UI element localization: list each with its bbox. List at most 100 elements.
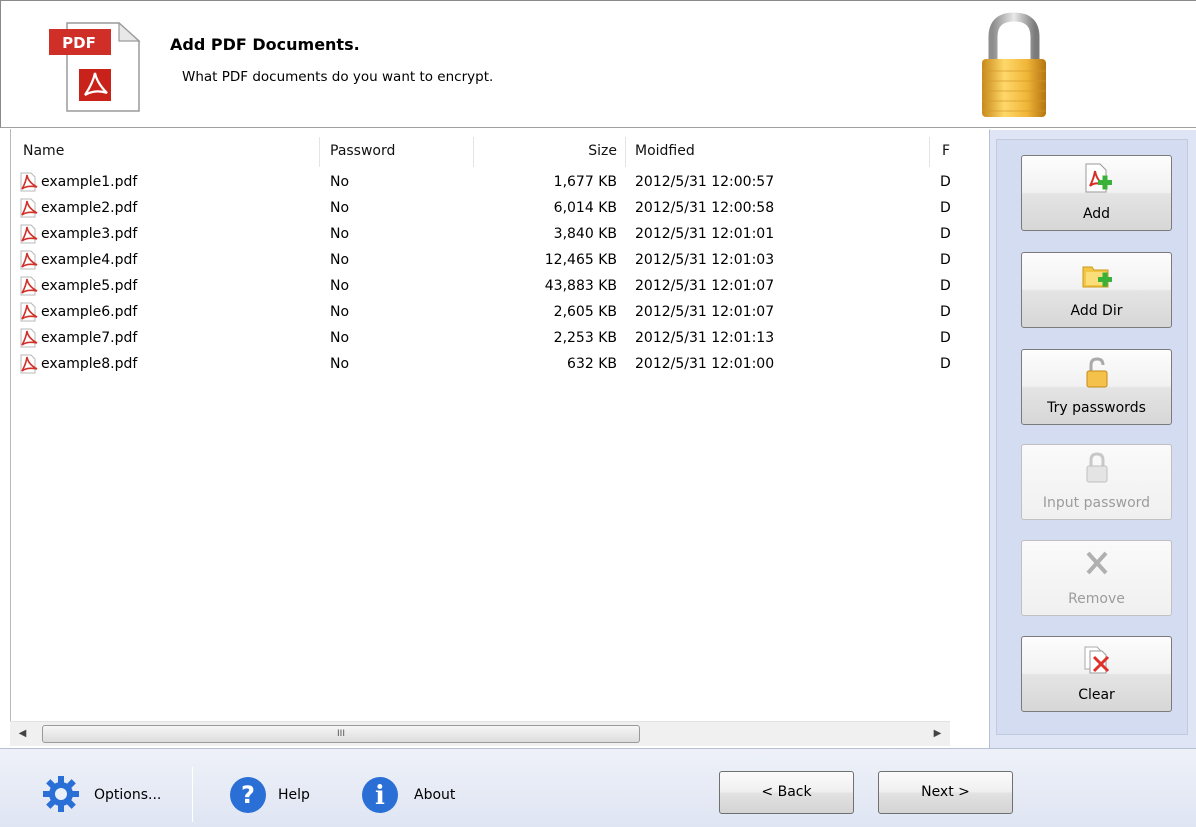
help-button[interactable]: ? Help xyxy=(228,749,318,827)
pdf-file-icon xyxy=(20,328,38,348)
scroll-left-arrow[interactable]: ◀ xyxy=(10,722,35,746)
remove-button-label: Remove xyxy=(1068,591,1125,607)
table-row[interactable]: example8.pdf No 632 KB 2012/5/31 12:01:00 D xyxy=(11,351,959,377)
file-name: example7.pdf xyxy=(41,330,138,346)
cell-password: No xyxy=(330,226,350,242)
about-label: About xyxy=(414,787,456,803)
gear-icon xyxy=(43,776,79,812)
bottom-toolbar: Options... ? Help i About < Back Next > xyxy=(0,748,1196,827)
column-divider[interactable] xyxy=(473,137,474,167)
column-header-name[interactable]: Name xyxy=(23,129,64,167)
add-button[interactable]: Add xyxy=(1021,155,1172,231)
cell-password: No xyxy=(330,278,350,294)
remove-x-icon xyxy=(1086,551,1108,575)
cell-password: No xyxy=(330,200,350,216)
cell-password: No xyxy=(330,304,350,320)
input-password-button[interactable]: Input password xyxy=(1021,444,1172,520)
cell-f: D xyxy=(940,252,951,268)
list-header: Name Password Size Moidfied F xyxy=(11,129,959,167)
cell-modified: 2012/5/31 12:00:57 xyxy=(635,174,775,190)
cell-password: No xyxy=(330,252,350,268)
column-header-size[interactable]: Size xyxy=(491,129,617,167)
toolbar-divider xyxy=(192,767,193,822)
input-password-button-label: Input password xyxy=(1042,495,1151,511)
cell-f: D xyxy=(940,200,951,216)
cell-size: 2,253 KB xyxy=(553,330,617,346)
file-list[interactable]: Name Password Size Moidfied F example1.p… xyxy=(10,129,959,746)
cell-modified: 2012/5/31 12:01:01 xyxy=(635,226,775,242)
cell-f: D xyxy=(940,278,951,294)
back-button[interactable]: < Back xyxy=(719,771,854,814)
cell-modified: 2012/5/31 12:01:07 xyxy=(635,278,775,294)
pdf-file-icon xyxy=(20,354,38,374)
file-name: example1.pdf xyxy=(41,174,138,190)
cell-password: No xyxy=(330,330,350,346)
add-file-icon xyxy=(1085,163,1112,193)
horizontal-scrollbar[interactable]: ◀ III ▶ xyxy=(10,721,950,746)
add-button-label: Add xyxy=(1082,206,1111,222)
help-icon: ? xyxy=(230,777,266,813)
column-divider[interactable] xyxy=(319,137,320,167)
table-row[interactable]: example5.pdf No 43,883 KB 2012/5/31 12:01:0… xyxy=(11,273,959,299)
scroll-thumb[interactable]: III xyxy=(42,725,640,743)
add-folder-icon xyxy=(1082,266,1112,288)
cell-size: 1,677 KB xyxy=(553,174,617,190)
cell-modified: 2012/5/31 12:01:00 xyxy=(635,356,775,372)
pdf-file-icon xyxy=(20,198,38,218)
action-panel: Add Add Dir Try passwords Input password xyxy=(989,129,1196,748)
lock-icon xyxy=(1086,452,1108,483)
table-row[interactable]: example6.pdf No 2,605 KB 2012/5/31 12:01:07… xyxy=(11,299,959,325)
info-icon: i xyxy=(362,777,398,813)
file-name: example3.pdf xyxy=(41,226,138,242)
file-name: example4.pdf xyxy=(41,252,138,268)
table-row[interactable]: example4.pdf No 12,465 KB 2012/5/31 12:01:0… xyxy=(11,247,959,273)
pdf-document-icon: PDF xyxy=(49,21,141,112)
file-name: example2.pdf xyxy=(41,200,138,216)
cell-f: D xyxy=(940,330,951,346)
clear-button[interactable]: Clear xyxy=(1021,636,1172,712)
cell-password: No xyxy=(330,356,350,372)
column-divider[interactable] xyxy=(929,137,930,167)
help-label: Help xyxy=(278,787,310,803)
open-lock-icon xyxy=(1086,357,1108,388)
pdf-file-icon xyxy=(20,172,38,192)
page-subtitle: What PDF documents do you want to encryp… xyxy=(182,69,494,85)
column-header-password[interactable]: Password xyxy=(330,129,395,167)
table-row[interactable]: example2.pdf No 6,014 KB 2012/5/31 12:00:58… xyxy=(11,195,959,221)
cell-modified: 2012/5/31 12:00:58 xyxy=(635,200,775,216)
file-name: example6.pdf xyxy=(41,304,138,320)
try-passwords-button[interactable]: Try passwords xyxy=(1021,349,1172,425)
cell-f: D xyxy=(940,304,951,320)
table-row[interactable]: example1.pdf No 1,677 KB 2012/5/31 12:00:57… xyxy=(11,169,959,195)
table-row[interactable]: example3.pdf No 3,840 KB 2012/5/31 12:01:01… xyxy=(11,221,959,247)
page-title: Add PDF Documents. xyxy=(170,35,360,54)
padlock-icon xyxy=(982,12,1046,117)
cell-modified: 2012/5/31 12:01:13 xyxy=(635,330,775,346)
about-button[interactable]: i About xyxy=(360,749,470,827)
next-button[interactable]: Next > xyxy=(878,771,1013,814)
table-row[interactable]: example7.pdf No 2,253 KB 2012/5/31 12:01:13… xyxy=(11,325,959,351)
column-header-f[interactable]: F xyxy=(942,129,950,167)
clear-button-label: Clear xyxy=(1078,687,1115,703)
pdf-icon-label: PDF xyxy=(62,34,96,52)
column-header-modified[interactable]: Moidfied xyxy=(635,129,695,167)
cell-size: 6,014 KB xyxy=(553,200,617,216)
cell-modified: 2012/5/31 12:01:07 xyxy=(635,304,775,320)
pdf-file-icon xyxy=(20,224,38,244)
file-name: example8.pdf xyxy=(41,356,138,372)
scroll-right-arrow[interactable]: ▶ xyxy=(925,722,950,746)
try-passwords-button-label: Try passwords xyxy=(1047,400,1146,416)
add-dir-button[interactable]: Add Dir xyxy=(1021,252,1172,328)
cell-size: 12,465 KB xyxy=(544,252,617,268)
action-panel-inner: Add Add Dir Try passwords Input password xyxy=(996,139,1188,735)
options-button[interactable]: Options... xyxy=(40,749,180,827)
cell-f: D xyxy=(940,226,951,242)
pdf-file-icon xyxy=(20,250,38,270)
wizard-header: PDF Add PDF Documents. What PDF document… xyxy=(0,0,1196,128)
pdf-file-icon xyxy=(20,302,38,322)
remove-button[interactable]: Remove xyxy=(1021,540,1172,616)
cell-size: 3,840 KB xyxy=(553,226,617,242)
cell-size: 632 KB xyxy=(567,356,617,372)
svg-text:?: ? xyxy=(241,781,255,809)
column-divider[interactable] xyxy=(625,137,626,167)
